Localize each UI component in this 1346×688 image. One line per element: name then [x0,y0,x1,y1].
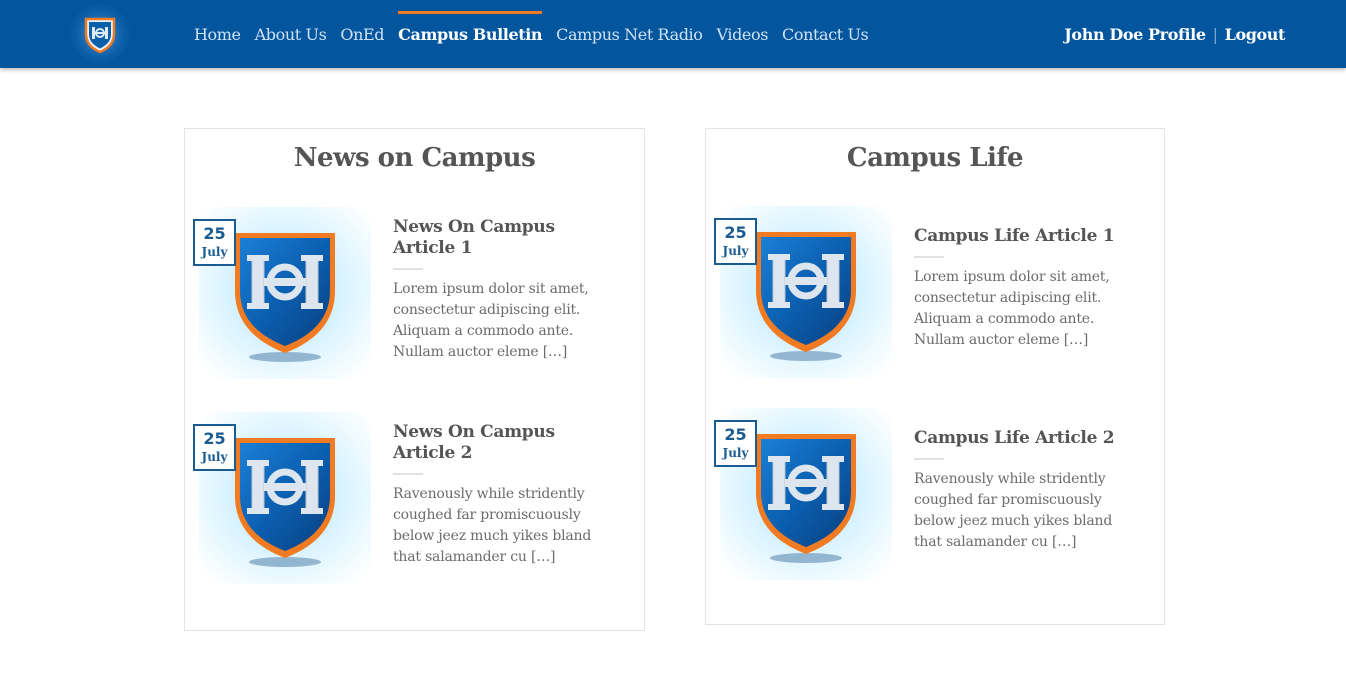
date-day: 25 [724,425,747,444]
article-title-link[interactable]: News On Campus Article 2 [393,422,619,464]
article-card[interactable]: 25 July News On Campus Article 1 Lorem i… [193,207,639,382]
user-menu: John Doe Profile | Logout [1064,0,1285,68]
date-badge: 25 July [714,218,757,265]
article-body: Campus Life Article 1 Lorem ipsum dolor … [914,226,1140,351]
shield-logo-icon [229,227,341,363]
shield-logo-icon [84,17,116,54]
nav-item-about-us[interactable]: About Us [255,0,327,68]
main-nav: Home About Us OnEd Campus Bulletin Campu… [194,0,882,68]
article-title-link[interactable]: Campus Life Article 2 [914,428,1140,449]
site-logo[interactable] [70,4,130,64]
article-card[interactable]: 25 July News On Campus Article 2 Ravenou… [193,412,639,587]
date-month: July [201,245,228,259]
nav-item-contact-us[interactable]: Contact Us [782,0,869,68]
date-badge: 25 July [714,420,757,467]
nav-item-home[interactable]: Home [194,0,241,68]
title-divider [393,473,423,475]
date-badge: 25 July [193,424,236,471]
article-excerpt: Lorem ipsum dolor sit amet, consectetur … [914,269,1110,348]
title-divider [393,268,423,270]
date-month: July [201,450,228,464]
title-divider [914,458,944,460]
date-month: July [722,244,749,258]
article-card[interactable]: 25 July Campus Life Article 2 Ravenously… [714,408,1160,583]
campus-life-panel: Campus Life 25 July Campus Life Article … [705,128,1165,625]
nav-item-campus-net-radio[interactable]: Campus Net Radio [556,0,703,68]
date-month: July [722,446,749,460]
nav-item-oned[interactable]: OnEd [340,0,384,68]
title-divider [914,256,944,258]
article-excerpt: Lorem ipsum dolor sit amet, consectetur … [393,281,589,360]
article-card[interactable]: 25 July Campus Life Article 1 Lorem ipsu… [714,206,1160,381]
news-on-campus-panel: News on Campus 25 July News On Campus Ar… [184,128,645,631]
top-navigation-bar: Home About Us OnEd Campus Bulletin Campu… [0,0,1346,68]
article-body: News On Campus Article 2 Ravenously whil… [393,422,619,568]
logout-link[interactable]: Logout [1225,25,1286,44]
article-title-link[interactable]: Campus Life Article 1 [914,226,1140,247]
date-day: 25 [724,223,747,242]
date-day: 25 [203,429,226,448]
nav-item-videos[interactable]: Videos [717,0,769,68]
date-day: 25 [203,224,226,243]
nav-item-campus-bulletin[interactable]: Campus Bulletin [398,0,543,68]
user-menu-separator: | [1212,24,1218,44]
date-badge: 25 July [193,219,236,266]
shield-logo-icon [750,226,862,362]
article-body: Campus Life Article 2 Ravenously while s… [914,428,1140,553]
shield-logo-icon [229,432,341,568]
article-title-link[interactable]: News On Campus Article 1 [393,217,619,259]
profile-link[interactable]: John Doe Profile [1064,25,1206,44]
panel-title: News on Campus [293,143,536,173]
article-excerpt: Ravenously while stridently coughed far … [914,471,1113,550]
shield-logo-icon [750,428,862,564]
article-body: News On Campus Article 1 Lorem ipsum dol… [393,217,619,363]
article-excerpt: Ravenously while stridently coughed far … [393,486,592,565]
panel-title: Campus Life [846,143,1024,173]
